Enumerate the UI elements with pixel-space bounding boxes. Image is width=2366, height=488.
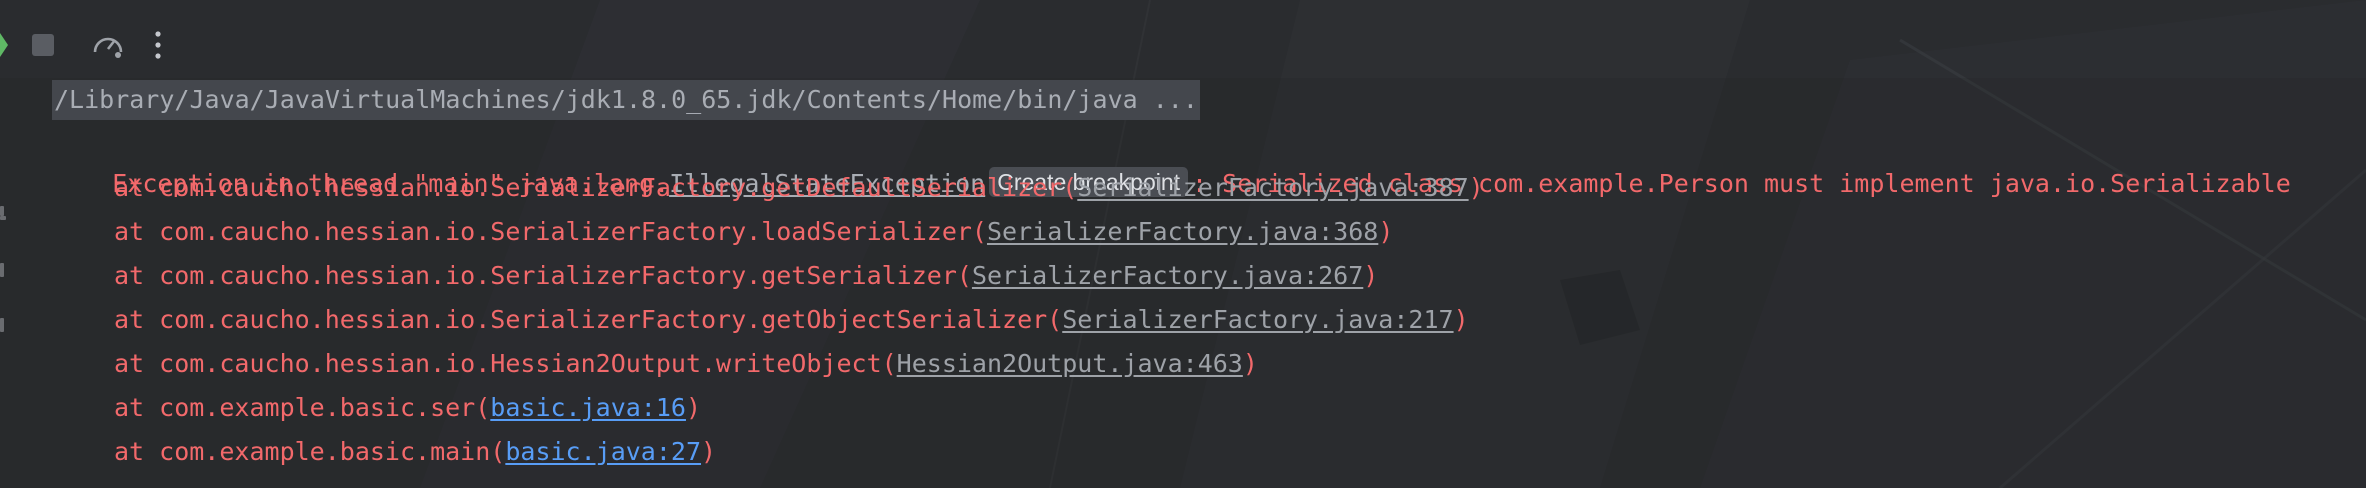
frame-close-paren: ) xyxy=(1378,217,1394,246)
frame-close-paren: ) xyxy=(685,393,702,422)
frame-method: at com.caucho.hessian.io.Hessian2Output.… xyxy=(114,349,897,378)
frame-source-link[interactable]: SerializerFactory.java:387 xyxy=(1077,173,1468,202)
frame-source-link[interactable]: basic.java:16 xyxy=(490,393,686,422)
stack-frame: at com.caucho.hessian.io.Hessian2Output.… xyxy=(114,344,1258,384)
console-toolbar xyxy=(0,0,2366,78)
profiler-icon[interactable] xyxy=(88,27,128,63)
rerun-icon[interactable] xyxy=(0,27,14,63)
frame-close-paren: ) xyxy=(1468,173,1484,202)
frame-method: at com.example.basic.ser( xyxy=(114,393,491,422)
exception-line: Exception in thread "main" java.lang.Ill… xyxy=(52,124,2291,198)
stack-frame: at com.caucho.hessian.io.SerializerFacto… xyxy=(114,168,1484,208)
frame-method: at com.caucho.hessian.io.SerializerFacto… xyxy=(114,305,1063,334)
frame-method: at com.caucho.hessian.io.SerializerFacto… xyxy=(114,217,987,246)
frame-close-paren: ) xyxy=(1453,305,1469,334)
more-options-icon[interactable] xyxy=(146,27,170,63)
frame-close-paren: ) xyxy=(1242,349,1258,378)
frame-source-link[interactable]: Hessian2Output.java:463 xyxy=(897,349,1243,378)
command-line[interactable]: /Library/Java/JavaVirtualMachines/jdk1.8… xyxy=(52,80,1200,120)
frame-method: at com.caucho.hessian.io.SerializerFacto… xyxy=(114,261,972,290)
frame-method: at com.example.basic.main( xyxy=(114,437,506,466)
frame-close-paren: ) xyxy=(701,437,717,466)
stack-frame: at com.example.basic.main(basic.java:27) xyxy=(114,432,716,472)
frame-source-link[interactable]: basic.java:27 xyxy=(505,437,701,466)
stack-frame: at com.example.basic.ser(basic.java:16) xyxy=(114,388,701,428)
frame-close-paren: ) xyxy=(1363,261,1379,290)
frame-method: at com.caucho.hessian.io.SerializerFacto… xyxy=(114,173,1078,202)
stop-icon[interactable] xyxy=(28,27,58,63)
frame-source-link[interactable]: SerializerFactory.java:267 xyxy=(972,261,1363,290)
frame-source-link[interactable]: SerializerFactory.java:217 xyxy=(1062,305,1453,334)
frame-source-link[interactable]: SerializerFactory.java:368 xyxy=(987,217,1378,246)
run-console-output[interactable]: /Library/Java/JavaVirtualMachines/jdk1.8… xyxy=(0,78,2366,488)
stack-frame: at com.caucho.hessian.io.SerializerFacto… xyxy=(114,300,1469,340)
stack-frame: at com.caucho.hessian.io.SerializerFacto… xyxy=(114,212,1393,252)
stack-frame: at com.caucho.hessian.io.SerializerFacto… xyxy=(114,256,1378,296)
